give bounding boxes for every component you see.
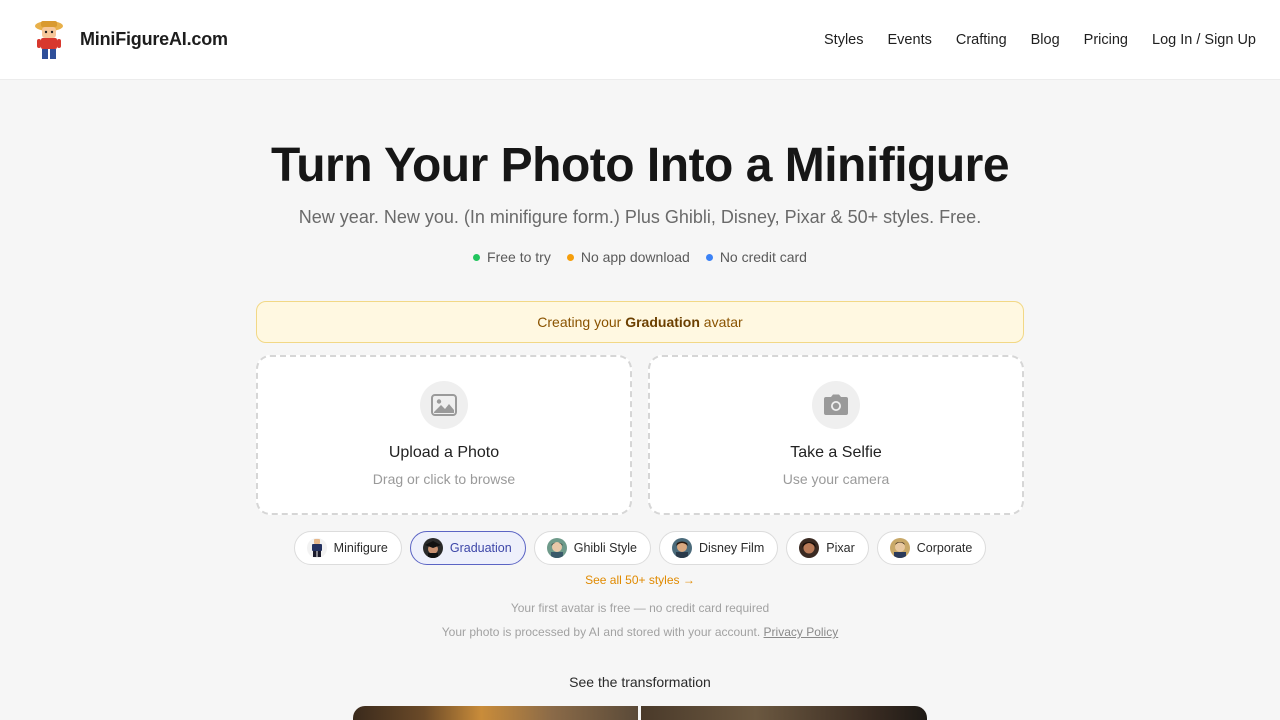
style-chip-corporate[interactable]: Corporate — [876, 531, 987, 565]
graduation-avatar-icon — [422, 538, 443, 558]
nav-events[interactable]: Events — [888, 32, 932, 48]
badge-label: No app download — [580, 249, 690, 265]
selfie-title: Take a Selfie — [790, 444, 882, 461]
hero-title: Turn Your Photo Into a Minifigure — [270, 139, 1010, 192]
chip-label: Graduation — [449, 541, 512, 555]
badge-no-card: No credit card — [705, 249, 807, 265]
before-photo-preview — [353, 706, 638, 720]
chip-label: Ghibli Style — [573, 541, 637, 555]
hero-subtitle: New year. New you. (In minifigure form.)… — [298, 207, 982, 227]
minifigure-logo-icon — [35, 21, 63, 59]
upload-title: Upload a Photo — [388, 444, 500, 461]
privacy-note-text: Your photo is processed by AI and stored… — [441, 625, 761, 639]
creating-avatar-banner: Creating your Graduation avatar — [256, 301, 1024, 343]
ghibli-avatar-icon — [546, 538, 567, 558]
style-chip-graduation[interactable]: Graduation — [409, 531, 526, 565]
style-selector: Minifigure Graduation Ghibli Style Disne… — [0, 531, 1280, 565]
chip-label: Pixar — [826, 541, 855, 555]
free-avatar-note: Your first avatar is free — no credit ca… — [510, 601, 770, 615]
chip-label: Disney Film — [698, 541, 765, 555]
nav-crafting[interactable]: Crafting — [956, 32, 1007, 48]
selfie-subtitle: Use your camera — [782, 471, 890, 487]
nav-blog[interactable]: Blog — [1031, 32, 1060, 48]
after-photo-preview — [641, 706, 927, 720]
image-icon-wrap — [420, 381, 468, 429]
camera-icon — [824, 394, 848, 415]
badge-label: No credit card — [719, 249, 807, 265]
style-chip-minifigure[interactable]: Minifigure — [293, 531, 402, 565]
camera-icon-wrap — [812, 381, 860, 429]
style-chip-disney[interactable]: Disney Film — [658, 531, 779, 565]
privacy-policy-link[interactable]: Privacy Policy — [764, 625, 839, 639]
main-nav: Styles Events Crafting Blog Pricing Log … — [800, 0, 1256, 80]
take-selfie-button[interactable]: Take a Selfie Use your camera — [648, 355, 1024, 515]
banner-prefix: Creating your — [537, 314, 622, 330]
minifigure-avatar-icon — [306, 538, 327, 558]
banner-suffix: avatar — [703, 314, 743, 330]
feature-badges: Free to try No app download No credit ca… — [0, 249, 1280, 265]
badge-free: Free to try — [473, 249, 551, 265]
logo-link[interactable]: MiniFigureAI.com — [32, 17, 228, 61]
corporate-avatar-icon — [889, 538, 910, 558]
see-all-styles-link[interactable]: See all 50+ styles → — [0, 573, 1280, 587]
site-header: MiniFigureAI.com Styles Events Crafting … — [0, 0, 1280, 80]
style-chip-ghibli[interactable]: Ghibli Style — [533, 531, 651, 565]
transformation-heading: See the transformation — [569, 674, 711, 690]
style-chip-pixar[interactable]: Pixar — [786, 531, 869, 565]
nav-login-signup[interactable]: Log In / Sign Up — [1152, 32, 1256, 48]
badge-no-app: No app download — [566, 249, 690, 265]
privacy-note: Your photo is processed by AI and stored… — [0, 625, 1280, 639]
green-dot-icon — [473, 253, 481, 261]
nav-styles[interactable]: Styles — [824, 32, 864, 48]
badge-label: Free to try — [487, 249, 551, 265]
blue-dot-icon — [705, 253, 713, 261]
upload-subtitle: Drag or click to browse — [372, 471, 516, 487]
brand-name: MiniFigureAI.com — [80, 28, 228, 49]
disney-avatar-icon — [671, 538, 692, 558]
pixar-avatar-icon — [799, 538, 820, 558]
orange-dot-icon — [566, 253, 574, 261]
chip-label: Corporate — [916, 541, 973, 555]
upload-photo-dropzone[interactable]: Upload a Photo Drag or click to browse — [256, 355, 632, 515]
chip-label: Minifigure — [333, 541, 388, 555]
image-icon — [431, 394, 457, 416]
banner-style-name: Graduation — [625, 314, 700, 330]
nav-pricing[interactable]: Pricing — [1084, 32, 1128, 48]
